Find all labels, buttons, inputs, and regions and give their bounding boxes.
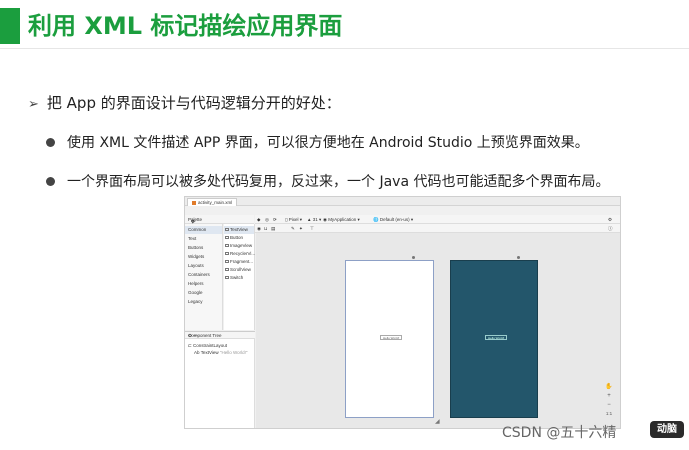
widget-label: Fragment... <box>230 259 254 264</box>
widget-item[interactable]: Switch <box>225 274 243 282</box>
widget-icon <box>225 244 229 248</box>
category-item[interactable]: Common <box>185 226 222 234</box>
tree-node-child[interactable]: Ab TextView "Hello World!" <box>194 350 248 355</box>
autoconnect-icon[interactable]: ⊔ <box>264 226 268 232</box>
api-selector[interactable]: ▲ 31 ▾ <box>307 217 321 223</box>
pan-icon[interactable]: ✋ <box>604 383 614 391</box>
design-toolbar: ◆ ◎ ⟳ ▯ Pixel ▾ ▲ 31 ▾ ◉ MyApplication ▾… <box>255 215 620 224</box>
widget-icon <box>225 276 229 280</box>
device-selector[interactable]: ▯ Pixel ▾ <box>285 217 302 223</box>
theme-selector[interactable]: ◉ MyApplication ▾ <box>323 217 360 223</box>
slide-title: 利用 XML 标记描绘应用界面 <box>28 12 343 40</box>
device-label: Pixel <box>288 217 299 222</box>
guidelines-icon[interactable]: ⊤ <box>310 226 314 232</box>
widget-item[interactable]: RecyclerVi... <box>225 250 255 258</box>
widget-item[interactable]: Fragment... <box>225 258 253 266</box>
widget-label: RecyclerVi... <box>230 251 256 256</box>
main-bullet: ➢ 把 App 的界面设计与代码逻辑分开的好处： <box>28 92 341 113</box>
component-tree-header: Component Tree ⚙ — <box>185 331 255 339</box>
widget-label: TextView <box>230 227 248 232</box>
infer-constraints-icon[interactable]: ✦ <box>299 226 303 232</box>
category-item[interactable]: Google <box>188 289 203 297</box>
blueprint-icon[interactable]: ◎ <box>265 217 269 223</box>
header-divider <box>0 48 689 49</box>
widget-icon <box>225 252 229 256</box>
info-icon[interactable]: ⓘ <box>608 226 613 232</box>
category-item[interactable]: Widgets <box>188 253 204 261</box>
category-item[interactable]: Text <box>188 235 196 243</box>
zoom-out-button[interactable]: − <box>604 401 614 409</box>
tree-child-text: "Hello World!" <box>219 350 248 355</box>
widget-icon <box>225 228 229 232</box>
arrow-bullet-icon: ➢ <box>28 97 39 112</box>
widget-label: ScrollView <box>230 267 251 272</box>
blueprint-preview[interactable]: Hello World! <box>450 260 538 418</box>
clear-constraints-icon[interactable]: ✎ <box>291 226 295 232</box>
widget-icon <box>225 268 229 272</box>
category-item[interactable]: Layouts <box>188 262 204 270</box>
sub-bullet-1: 使用 XML 文件描述 APP 界面，可以很方便地在 Android Studi… <box>46 132 589 152</box>
widget-label: Switch <box>230 275 244 280</box>
view-options-icon[interactable]: ◉ <box>257 226 261 232</box>
sub-bullet-2-text: 一个界面布局可以被多处代码复用，反过来，一个 Java 代码也可能适配多个界面布… <box>67 174 610 190</box>
tree-root-label: ConstraintLayout <box>193 343 228 348</box>
watermark-logo: 动脑 <box>650 421 684 438</box>
design-preview[interactable]: Hello World! <box>345 260 434 418</box>
palette-categories: Common Text Buttons Widgets Layouts Cont… <box>185 224 223 330</box>
dot-bullet-icon <box>46 176 55 186</box>
constraint-toolbar: ◉ ⊔ ▤ ✎ ✦ ⊤ ⓘ <box>255 224 620 233</box>
widget-icon <box>225 236 229 240</box>
zoom-reset-button[interactable]: 1:1 <box>604 410 614 418</box>
locale-label: Default (en-us) <box>379 217 410 222</box>
title-accent-bar <box>0 8 20 44</box>
palette-widgets: TextView Button ImageView RecyclerVi... … <box>224 224 255 330</box>
editor-tab-bar: activity_main.xml <box>185 197 620 206</box>
tree-child-label: TextView <box>200 350 219 355</box>
margin-icon[interactable]: ▤ <box>271 226 275 232</box>
category-item[interactable]: Helpers <box>188 280 204 288</box>
widget-label: ImageView <box>230 243 253 248</box>
android-studio-screenshot: activity_main.xml Palette ⚲ ⚙ — ◆ ◎ ⟳ ▯ … <box>184 196 621 429</box>
sub-bullet-2: 一个界面布局可以被多处代码复用，反过来，一个 Java 代码也可能适配多个界面布… <box>46 171 609 191</box>
dot-bullet-icon <box>46 137 55 147</box>
palette-header: Palette ⚲ ⚙ — <box>185 215 254 224</box>
pin-icon <box>517 256 520 259</box>
category-item[interactable]: Containers <box>188 271 210 279</box>
xml-file-icon <box>192 200 196 205</box>
widget-label: Button <box>230 235 244 240</box>
settings-icon[interactable]: ⚙ <box>608 217 612 223</box>
file-tab-label: activity_main.xml <box>198 200 233 205</box>
widget-item[interactable]: Button <box>225 234 243 242</box>
csdn-watermark: CSDN @五十六精 <box>502 425 617 441</box>
locale-selector[interactable]: 🌐 Default (en-us) ▾ <box>373 217 413 223</box>
zoom-in-button[interactable]: + <box>604 392 614 400</box>
api-label: 31 <box>312 217 318 222</box>
tree-node-root[interactable]: ⊏ ConstraintLayout <box>188 343 227 349</box>
pin-icon <box>412 256 415 259</box>
hello-text-design[interactable]: Hello World! <box>380 335 403 340</box>
file-tab[interactable]: activity_main.xml <box>187 198 238 206</box>
hello-text-blueprint[interactable]: Hello World! <box>485 335 508 340</box>
design-mode-icon[interactable]: ◆ <box>257 217 260 223</box>
zoom-controls: ✋ + − 1:1 <box>604 383 614 423</box>
category-item[interactable]: Legacy <box>188 298 203 306</box>
widget-item[interactable]: ImageView <box>225 242 252 250</box>
main-bullet-text: 把 App 的界面设计与代码逻辑分开的好处： <box>46 94 341 112</box>
widget-item[interactable]: TextView <box>224 226 254 234</box>
category-item[interactable]: Buttons <box>188 244 203 252</box>
component-tree: ⊏ ConstraintLayout Ab TextView "Hello Wo… <box>185 339 255 428</box>
theme-label: MyApplication <box>328 217 357 222</box>
widget-item[interactable]: ScrollView <box>225 266 251 274</box>
design-canvas[interactable] <box>256 233 620 428</box>
sub-bullet-1-text: 使用 XML 文件描述 APP 界面，可以很方便地在 Android Studi… <box>67 135 589 151</box>
orientation-icon[interactable]: ⟳ <box>273 217 277 223</box>
resize-handle-icon[interactable]: ◢ <box>435 418 440 425</box>
widget-icon <box>225 260 229 264</box>
